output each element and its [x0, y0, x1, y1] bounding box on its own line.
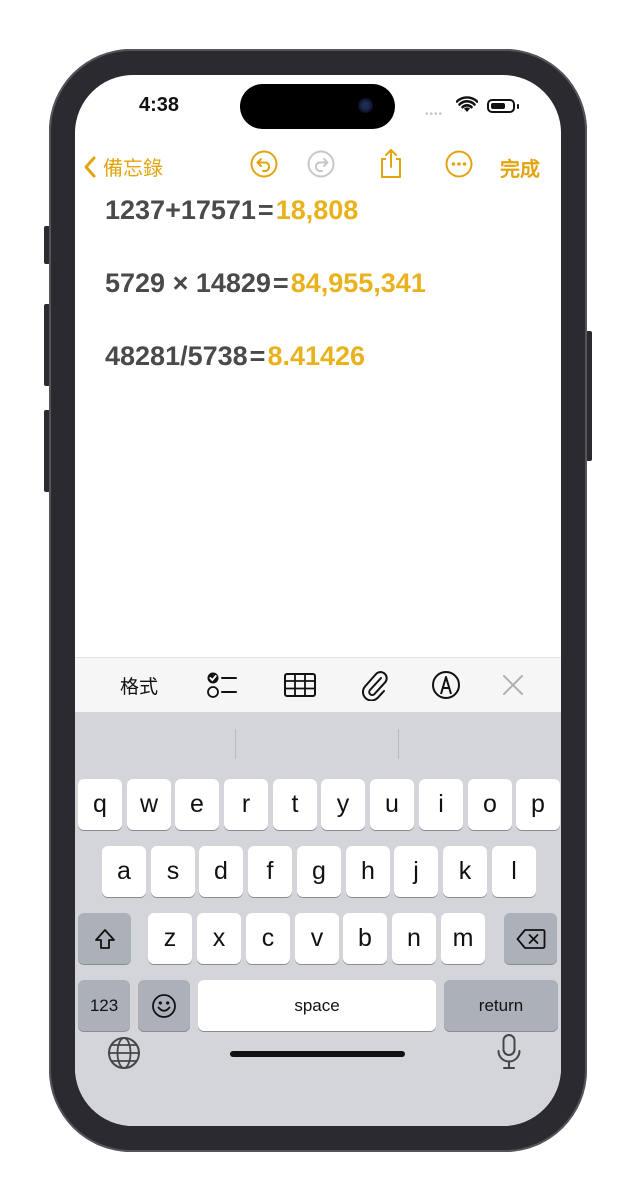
- numbers-key[interactable]: 123: [78, 980, 130, 1031]
- delete-key[interactable]: [504, 913, 557, 964]
- key-i[interactable]: i: [419, 779, 463, 830]
- checklist-icon: [207, 672, 237, 698]
- more-button[interactable]: [443, 148, 475, 180]
- key-c[interactable]: c: [246, 913, 290, 964]
- key-r[interactable]: r: [224, 779, 268, 830]
- key-t[interactable]: t: [273, 779, 317, 830]
- attachment-button[interactable]: [359, 668, 389, 702]
- redo-icon: [307, 150, 335, 178]
- key-u[interactable]: u: [370, 779, 414, 830]
- equals-sign: =: [249, 341, 266, 371]
- share-icon: [381, 149, 401, 178]
- return-key[interactable]: return: [444, 980, 558, 1031]
- math-expression: 48281/5738: [105, 341, 248, 371]
- battery-icon: [487, 99, 515, 113]
- equals-sign: =: [272, 268, 289, 298]
- shift-icon: [94, 928, 115, 949]
- key-g[interactable]: g: [297, 846, 341, 897]
- key-m[interactable]: m: [441, 913, 485, 964]
- globe-icon: [108, 1037, 140, 1069]
- equals-sign: =: [257, 195, 274, 225]
- key-y[interactable]: y: [321, 779, 365, 830]
- math-line: 48281/5738=8.41426: [105, 341, 426, 414]
- suggestion-divider: [398, 729, 399, 759]
- key-d[interactable]: d: [199, 846, 243, 897]
- key-e[interactable]: e: [175, 779, 219, 830]
- emoji-key[interactable]: [138, 980, 190, 1031]
- math-expression: 5729 × 14829: [105, 268, 271, 298]
- backspace-icon: [516, 928, 545, 949]
- space-key[interactable]: space: [198, 980, 436, 1031]
- key-f[interactable]: f: [248, 846, 292, 897]
- math-line: 1237+17571=18,808: [105, 195, 426, 268]
- back-label: 備忘錄: [103, 158, 163, 180]
- close-icon: [503, 675, 523, 695]
- key-s[interactable]: s: [151, 846, 195, 897]
- shift-key[interactable]: [78, 913, 131, 964]
- format-button[interactable]: 格式: [120, 668, 158, 702]
- microphone-icon: [497, 1034, 521, 1069]
- keyboard: q w e r t y u i o p a s d f g h j k l z: [75, 712, 561, 1126]
- math-line: 5729 × 14829=84,955,341: [105, 268, 426, 341]
- key-p[interactable]: p: [516, 779, 560, 830]
- phone-frame: 4:38 •••• 備忘錄 完成 1237+17571=18,808 5729 …: [49, 49, 587, 1152]
- dictation-button[interactable]: [493, 1032, 525, 1072]
- table-icon: [284, 673, 316, 697]
- key-o[interactable]: o: [468, 779, 512, 830]
- markup-button[interactable]: [430, 668, 462, 702]
- cellular-signal-icon: ••••: [425, 109, 444, 120]
- math-result: 84,955,341: [290, 268, 426, 298]
- ellipsis-circle-icon: [445, 150, 473, 178]
- undo-icon: [250, 150, 278, 178]
- globe-button[interactable]: [106, 1035, 142, 1071]
- keyboard-accessory-toolbar: 格式: [75, 657, 561, 713]
- key-h[interactable]: h: [346, 846, 390, 897]
- key-l[interactable]: l: [492, 846, 536, 897]
- suggestion-divider: [235, 729, 236, 759]
- key-j[interactable]: j: [394, 846, 438, 897]
- key-w[interactable]: w: [127, 779, 171, 830]
- note-body[interactable]: 1237+17571=18,808 5729 × 14829=84,955,34…: [105, 195, 426, 414]
- table-button[interactable]: [283, 668, 317, 702]
- redo-button[interactable]: [305, 148, 337, 180]
- share-button[interactable]: [375, 148, 407, 180]
- checklist-button[interactable]: [205, 668, 239, 702]
- math-expression: 1237+17571: [105, 195, 256, 225]
- math-result: 18,808: [275, 195, 359, 225]
- battery-tip: [517, 104, 519, 109]
- camera-icon: [358, 98, 373, 113]
- markup-pen-icon: [432, 671, 460, 699]
- home-indicator[interactable]: [230, 1051, 405, 1057]
- key-a[interactable]: a: [102, 846, 146, 897]
- key-q[interactable]: q: [78, 779, 122, 830]
- chevron-left-icon: [84, 156, 96, 177]
- key-z[interactable]: z: [148, 913, 192, 964]
- key-v[interactable]: v: [295, 913, 339, 964]
- wifi-icon: [456, 96, 478, 112]
- back-button[interactable]: 備忘錄: [83, 152, 163, 181]
- key-n[interactable]: n: [392, 913, 436, 964]
- dynamic-island: [240, 84, 395, 129]
- emoji-icon: [152, 993, 176, 1018]
- close-toolbar-button[interactable]: [501, 668, 525, 702]
- undo-button[interactable]: [248, 148, 280, 180]
- done-button[interactable]: 完成: [500, 153, 540, 182]
- key-x[interactable]: x: [197, 913, 241, 964]
- status-time: 4:38: [139, 94, 180, 116]
- battery-level: [491, 103, 505, 109]
- math-result: 8.41426: [267, 341, 366, 371]
- key-k[interactable]: k: [443, 846, 487, 897]
- screen: 4:38 •••• 備忘錄 完成 1237+17571=18,808 5729 …: [75, 75, 561, 1126]
- paperclip-icon: [362, 671, 388, 701]
- key-b[interactable]: b: [343, 913, 387, 964]
- notes-nav-bar: 備忘錄 完成: [75, 145, 561, 185]
